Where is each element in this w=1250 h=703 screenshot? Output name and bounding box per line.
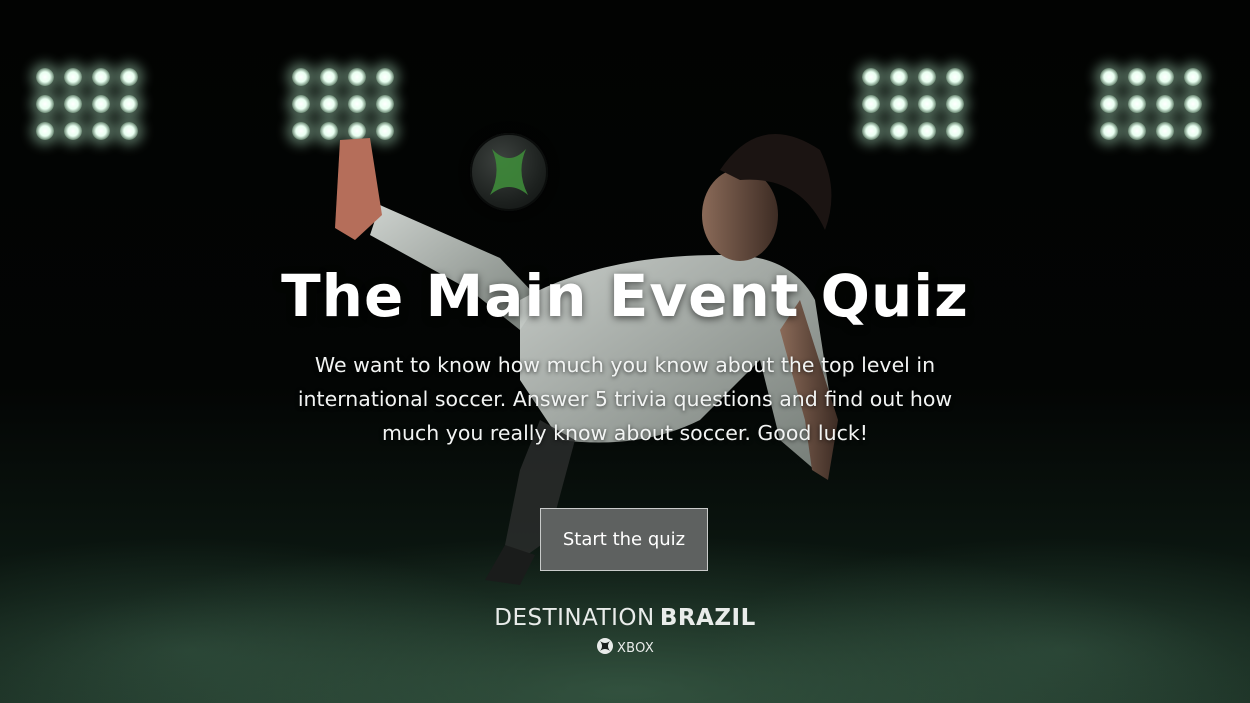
start-quiz-button[interactable]: Start the quiz xyxy=(540,508,708,571)
brazil-label: BRAZIL xyxy=(659,605,756,631)
quiz-description: We want to know how much you know about … xyxy=(297,353,953,445)
xbox-logo-icon xyxy=(596,637,614,659)
xbox-branding: XBOX xyxy=(0,637,1250,659)
xbox-label: XBOX xyxy=(616,640,655,656)
page-title: The Main Event Quiz xyxy=(281,262,969,330)
destination-label: DESTINATION xyxy=(494,605,655,631)
destination-brazil-logo: DESTINATION BRAZIL xyxy=(0,605,1250,631)
